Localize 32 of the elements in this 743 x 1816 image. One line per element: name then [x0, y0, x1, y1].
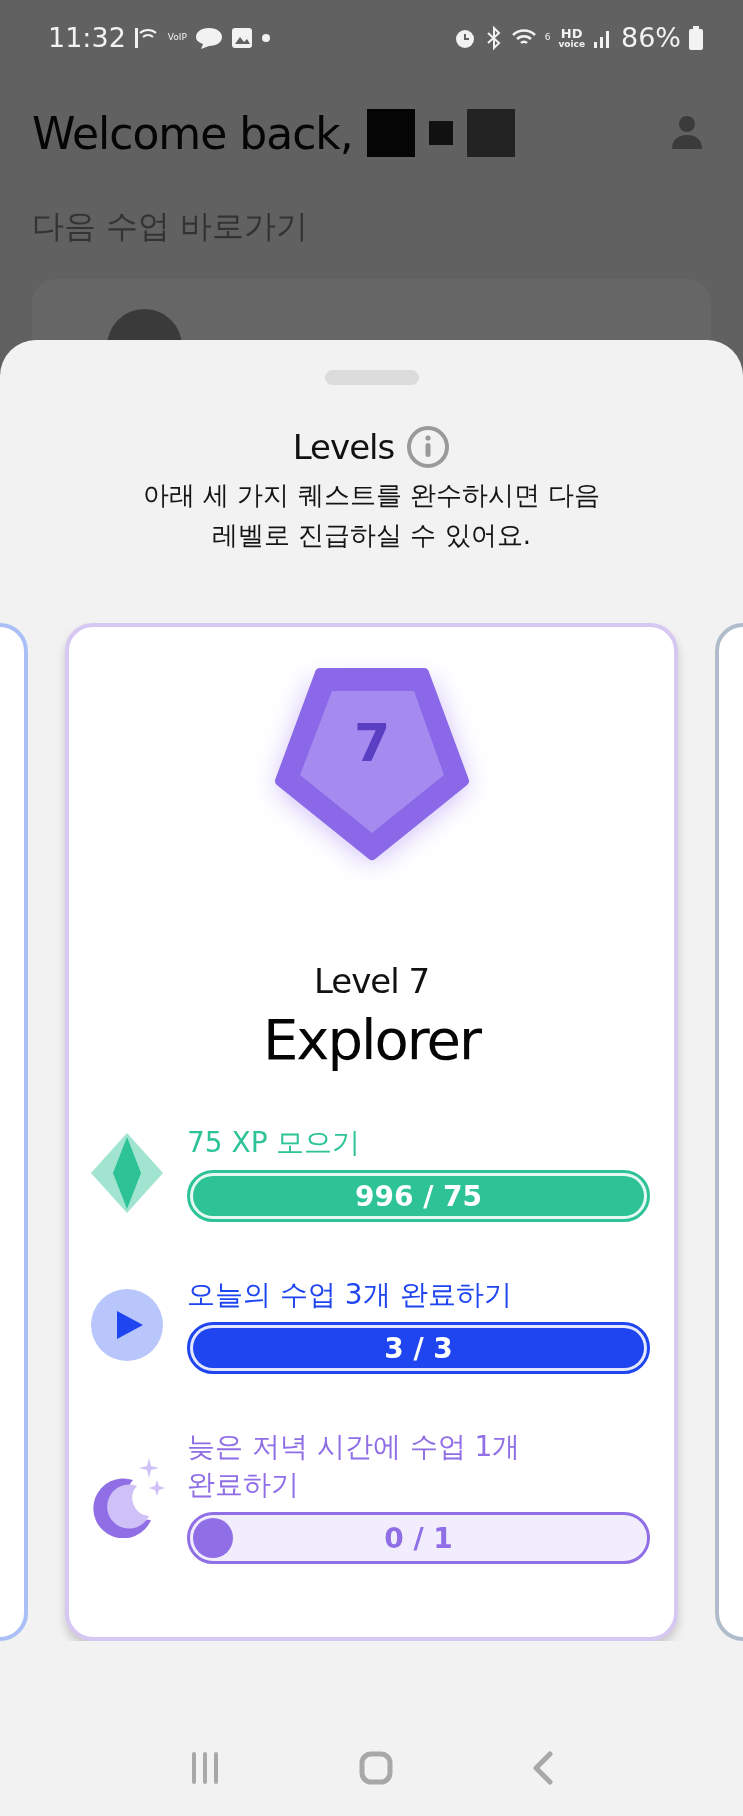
network-label: 6 [544, 33, 551, 42]
sheet-title: Levels [292, 427, 395, 467]
battery-percent: 86% [621, 22, 681, 53]
redaction-block [428, 121, 453, 145]
quest-label: 75 XP 모으기 [187, 1125, 362, 1161]
progress-reading: 0 / 1 [384, 1521, 453, 1555]
home-icon[interactable] [358, 1751, 393, 1785]
battery-icon [689, 25, 703, 50]
status-time: 11:32 [48, 22, 126, 53]
recent-apps-icon[interactable] [189, 1752, 220, 1784]
level-card[interactable]: 7 Level 7 Explorer 75 XP 모으기 996 / 75 오늘의 수업 3개 완료하기 3 / 3 늦은 저녁 시간에 수업 1개 완료하기 0 / 1 [65, 623, 678, 1641]
chat-bubble-icon [194, 25, 223, 50]
progress-reading: 3 / 3 [384, 1331, 453, 1365]
quest-label: 오늘의 수업 3개 완료하기 [187, 1277, 513, 1313]
level-label: Level 7 [313, 961, 430, 1001]
hd-label: HD [560, 26, 583, 40]
level-name: Explorer [262, 1007, 481, 1072]
image-icon [230, 26, 253, 49]
profile-icon[interactable] [671, 115, 703, 151]
back-icon[interactable] [531, 1751, 554, 1785]
dot-icon [260, 32, 271, 43]
redaction-block [366, 109, 415, 157]
play-icon [89, 1287, 165, 1363]
progress-reading: 996 / 75 [354, 1179, 483, 1213]
info-icon[interactable] [406, 425, 451, 469]
diamond-icon [89, 1131, 165, 1215]
voip-label: VoIP [167, 33, 187, 42]
quest-label: 늦은 저녁 시간에 수업 1개 완료하기 [187, 1429, 522, 1503]
redaction-block [466, 109, 515, 157]
sheet-description: 아래 세 가지 퀘스트를 완수하시면 다음 레벨로 진급하실 수 있어요. [141, 479, 602, 552]
welcome-heading: Welcome back, [32, 107, 353, 159]
voice-label: voice [558, 39, 585, 49]
